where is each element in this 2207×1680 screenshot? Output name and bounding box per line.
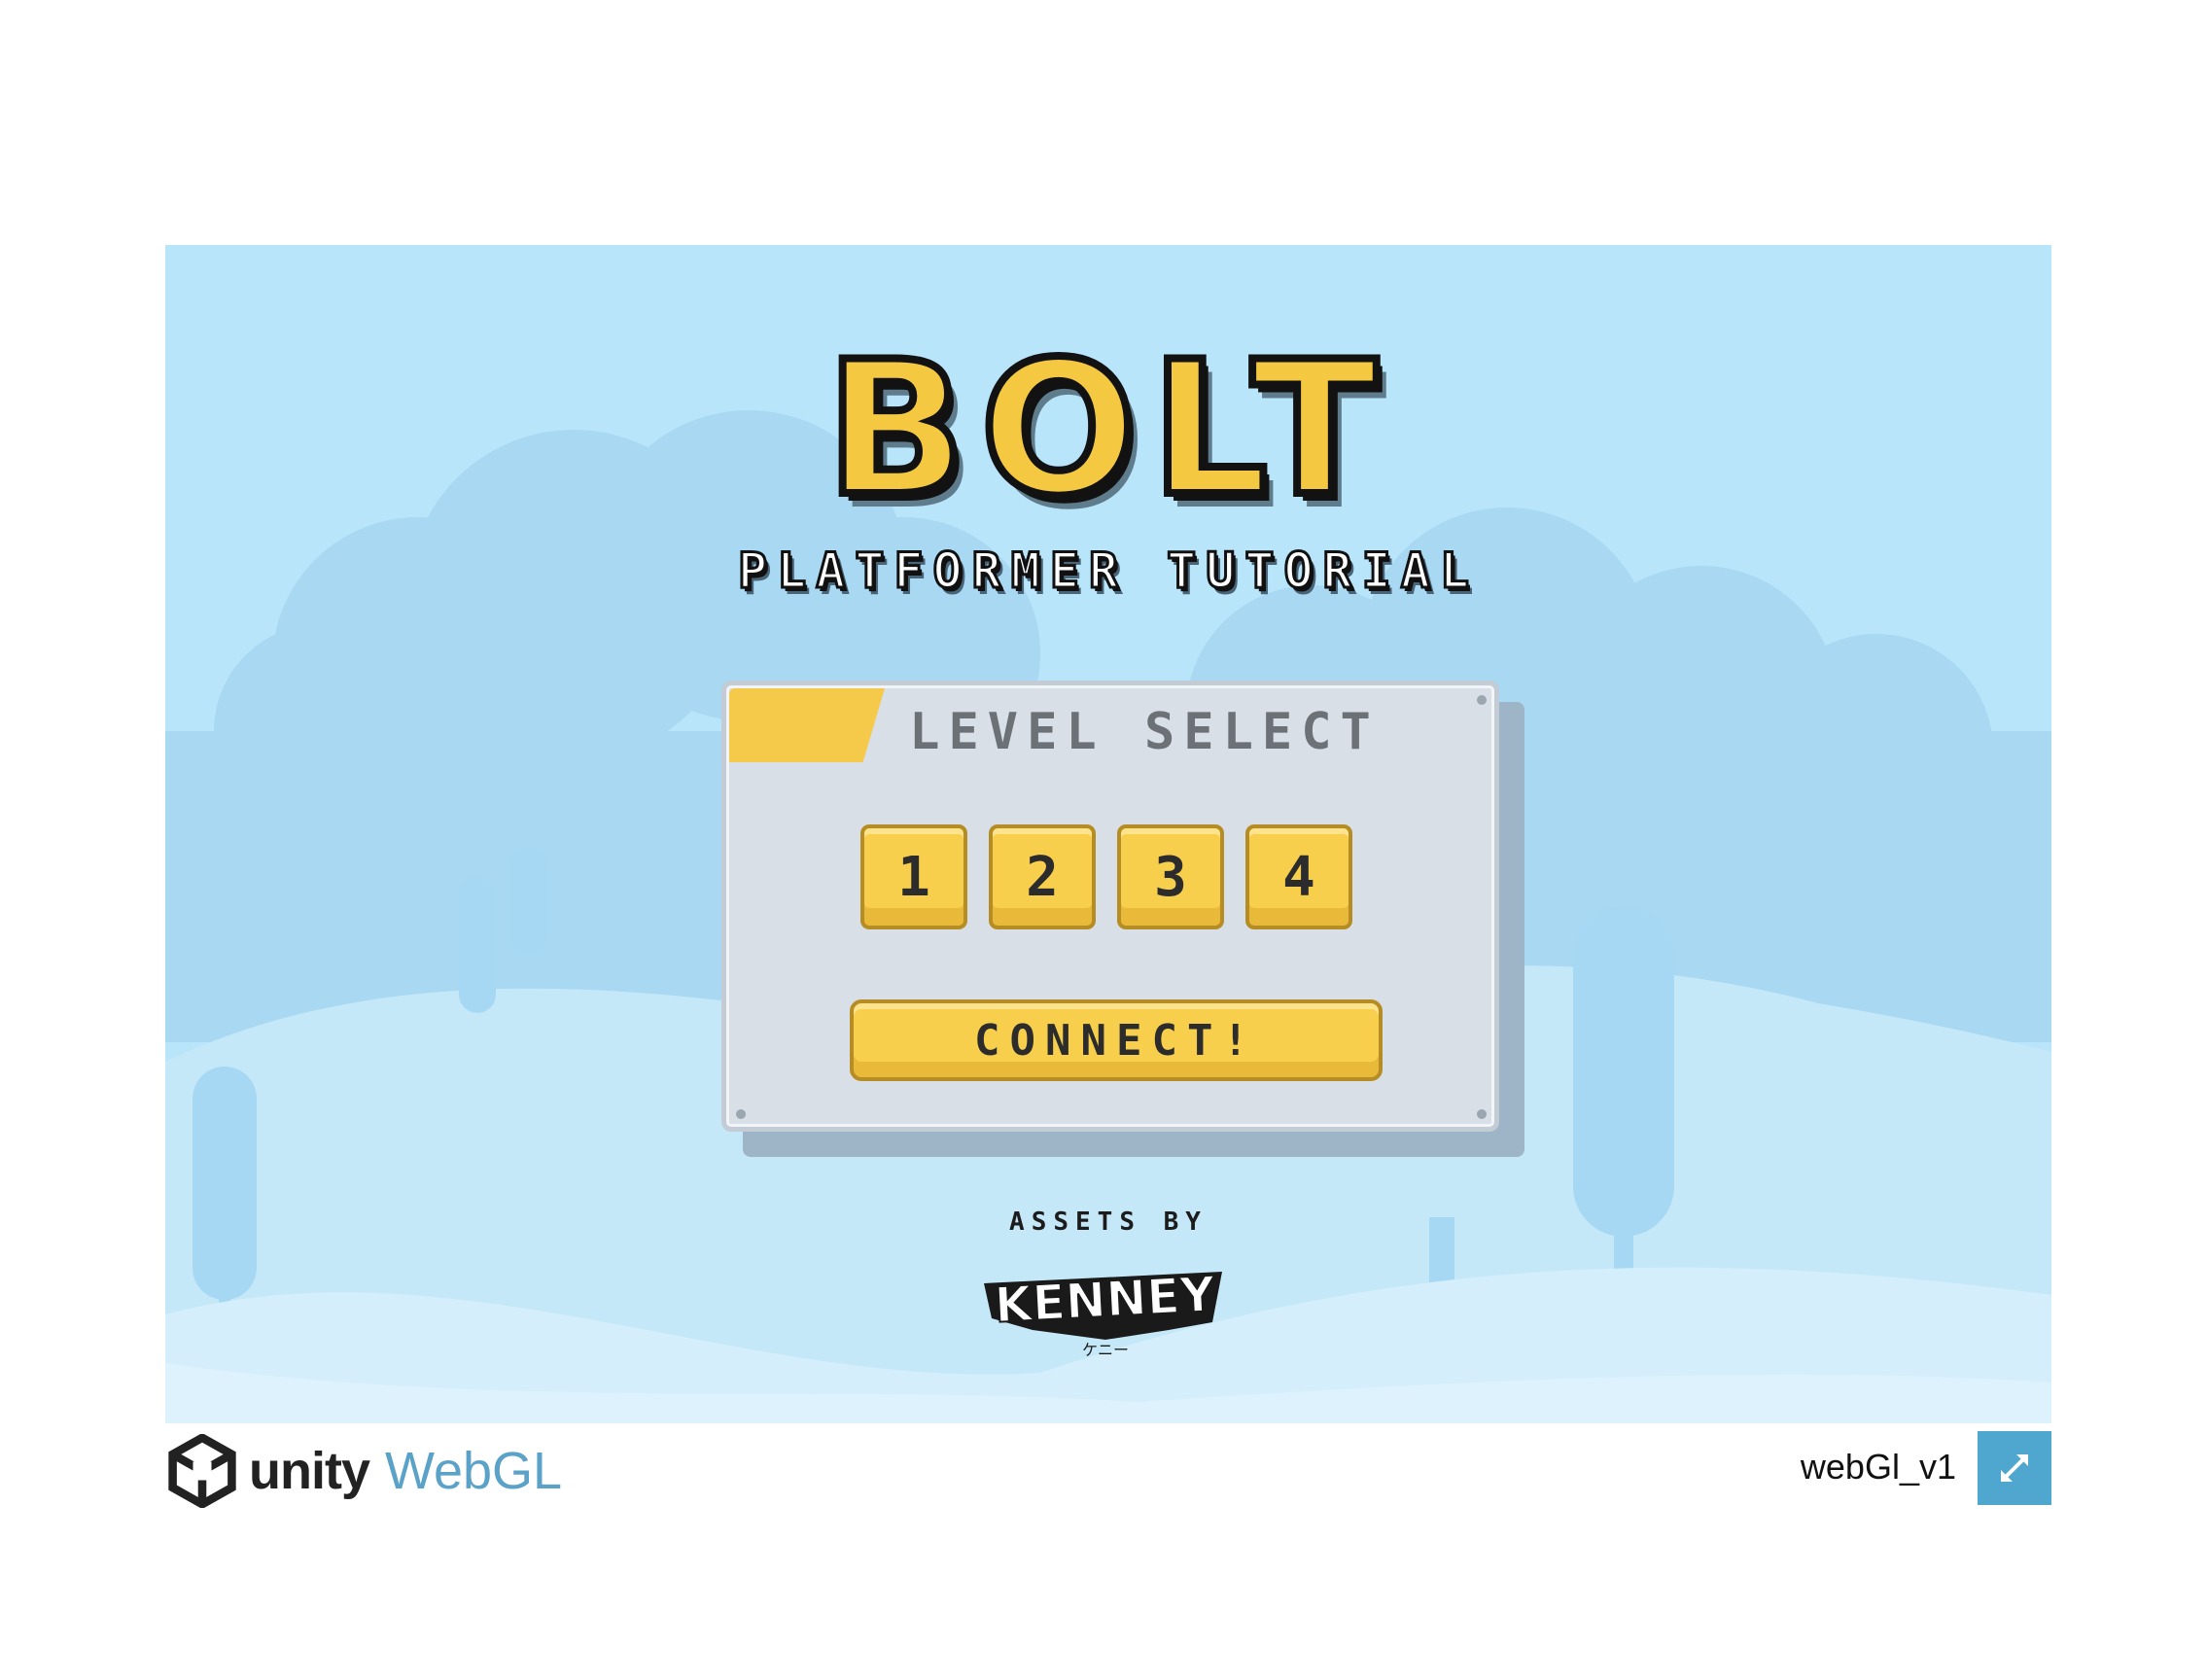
unity-webgl-logo: unity WebGL bbox=[165, 1434, 563, 1508]
assets-by-label: ASSETS BY bbox=[1009, 1208, 1208, 1237]
connect-button[interactable]: CONNECT! bbox=[850, 999, 1383, 1081]
webgl-footer: unity WebGL webGl_v1 bbox=[165, 1423, 2051, 1521]
game-title-logo: BOLT bbox=[165, 322, 2051, 537]
level-4-button[interactable]: 4 bbox=[1245, 824, 1352, 929]
screw-icon bbox=[1477, 695, 1487, 705]
level-select-panel: LEVEL SELECT 1 2 3 4 CONNECT! bbox=[721, 681, 1499, 1132]
build-title: webGl_v1 bbox=[1800, 1447, 1956, 1487]
level-select-title: LEVEL SELECT bbox=[909, 703, 1380, 761]
fullscreen-button[interactable] bbox=[1978, 1431, 2051, 1505]
level-3-button[interactable]: 3 bbox=[1117, 824, 1224, 929]
level-2-button[interactable]: 2 bbox=[989, 824, 1096, 929]
level-1-button[interactable]: 1 bbox=[860, 824, 967, 929]
game-subtitle: PLATFORMER TUTORIAL bbox=[737, 542, 1479, 601]
webgl-wordmark: WebGL bbox=[385, 1442, 563, 1500]
screw-icon bbox=[1477, 1109, 1487, 1119]
unity-logo-icon bbox=[168, 1434, 236, 1508]
game-title: BOLT bbox=[822, 322, 1391, 537]
game-canvas[interactable]: BOLT PLATFORMER TUTORIAL LEVEL SELECT 1 … bbox=[165, 245, 2051, 1423]
unity-wordmark: unity bbox=[249, 1442, 370, 1500]
panel-accent bbox=[729, 688, 885, 762]
screw-icon bbox=[736, 1109, 746, 1119]
fullscreen-icon bbox=[2001, 1454, 2028, 1482]
kenney-kana: ケニー bbox=[1082, 1341, 1129, 1359]
kenney-brand: KENNEY bbox=[993, 1266, 1216, 1334]
kenney-logo: KENNEY ケニー bbox=[984, 1265, 1222, 1359]
